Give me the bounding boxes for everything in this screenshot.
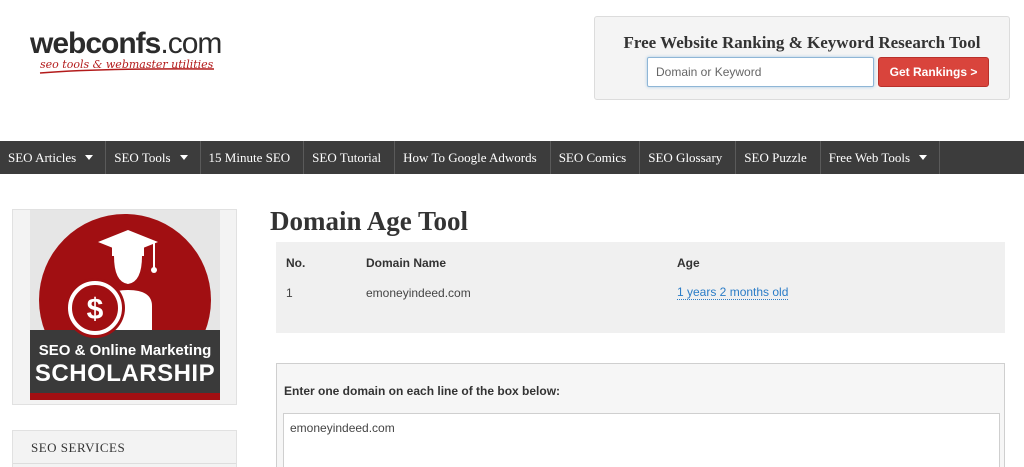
get-rankings-button[interactable]: Get Rankings >	[878, 57, 989, 87]
column-header-age: Age	[677, 256, 700, 270]
nav-item-label: SEO Glossary	[648, 149, 723, 165]
column-header-no: No.	[286, 256, 306, 270]
promo-line-1: SEO & Online Marketing	[38, 342, 212, 359]
nav-item-label: 15 Minute SEO	[208, 149, 291, 165]
nav-item-free-web-tools[interactable]: Free Web Tools	[821, 141, 941, 174]
site-logo[interactable]: webconfs.com seo tools & webmaster utili…	[30, 28, 230, 84]
row-domain: emoneyindeed.com	[366, 286, 471, 300]
nav-item-seo-glossary[interactable]: SEO Glossary	[640, 141, 737, 174]
logo-tld: .com	[160, 27, 222, 60]
search-title: Free Website Ranking & Keyword Research …	[623, 33, 981, 52]
domains-textarea[interactable]: emoneyindeed.com	[283, 413, 1000, 467]
scholarship-banner: $ SEO & Online Marketing SCHOLARSHIP	[30, 210, 220, 400]
nav-item-label: SEO Tutorial	[312, 149, 382, 165]
caret-down-icon	[179, 155, 188, 160]
results-table: No. Domain Name Age 1 emoneyindeed.com 1…	[276, 242, 1005, 333]
logo-wordmark: webconfs.com	[30, 28, 230, 60]
domain-keyword-input[interactable]	[647, 57, 874, 87]
scholarship-promo[interactable]: $ SEO & Online Marketing SCHOLARSHIP	[12, 209, 237, 405]
ranking-search-panel: Free Website Ranking & Keyword Research …	[594, 16, 1010, 100]
nav-item-google-adwords[interactable]: How To Google Adwords	[395, 141, 551, 174]
nav-item-seo-tools[interactable]: SEO Tools	[106, 141, 201, 174]
nav-item-seo-puzzle[interactable]: SEO Puzzle	[736, 141, 821, 174]
nav-item-seo-tutorial[interactable]: SEO Tutorial	[304, 141, 396, 174]
nav-item-seo-articles[interactable]: SEO Articles	[0, 141, 107, 174]
svg-text:$: $	[87, 293, 104, 326]
logo-name: webconfs	[30, 27, 161, 60]
caret-down-icon	[919, 155, 928, 160]
nav-item-label: SEO Comics	[558, 149, 627, 165]
caret-down-icon	[85, 155, 94, 160]
domain-input-label: Enter one domain on each line of the box…	[284, 384, 561, 398]
nav-item-label: How To Google Adwords	[403, 149, 537, 165]
row-number: 1	[286, 286, 293, 300]
page-title: Domain Age Tool	[270, 206, 469, 236]
nav-item-label: Free Web Tools	[828, 149, 911, 165]
seo-services-heading: SEO SERVICES	[31, 440, 126, 455]
seo-services-box: SEO SERVICES	[12, 430, 237, 467]
column-header-domain: Domain Name	[366, 256, 447, 270]
divider	[13, 463, 236, 464]
nav-item-15-minute-seo[interactable]: 15 Minute SEO	[201, 141, 305, 174]
nav-item-seo-comics[interactable]: SEO Comics	[551, 141, 641, 174]
domain-input-panel: Enter one domain on each line of the box…	[276, 363, 1005, 467]
row-age-link[interactable]: 1 years 2 months old	[677, 286, 789, 300]
nav-item-label: SEO Tools	[114, 149, 171, 165]
promo-line-2: SCHOLARSHIP	[34, 360, 216, 387]
nav-item-label: SEO Puzzle	[744, 149, 807, 165]
nav-item-label: SEO Articles	[8, 149, 77, 165]
main-nav: SEO Articles SEO Tools 15 Minute SEO SEO…	[0, 141, 1024, 174]
logo-swoosh-icon	[39, 68, 215, 74]
